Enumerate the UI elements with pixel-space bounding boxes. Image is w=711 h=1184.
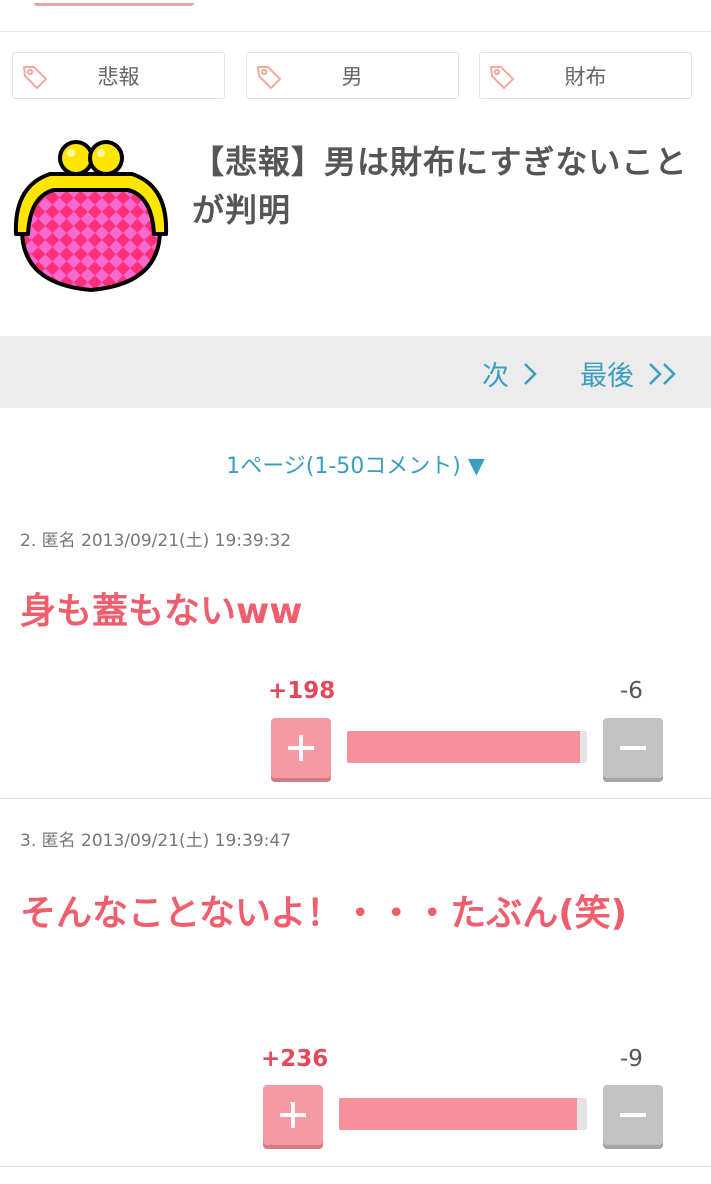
next-label: 次 [482, 361, 509, 392]
minus-icon [620, 1113, 646, 1117]
tag-item[interactable]: 男 [245, 52, 459, 99]
plus-vote-button[interactable] [271, 718, 331, 778]
next-page-link[interactable]: 次 [482, 354, 537, 393]
minus-vote-button[interactable] [603, 718, 663, 778]
article-title: 【悲報】男は財布にすぎないことが判明 [192, 143, 688, 229]
coin-purse-image [13, 140, 169, 293]
comment-meta: 2. 匿名 2013/09/21(土) 19:39:32 [20, 531, 292, 551]
vote-ratio-bar [339, 1098, 587, 1130]
tag-label: 財布 [564, 64, 607, 89]
comment-text: そんなことないよ！・・・たぶん(笑) [20, 893, 628, 934]
tag-item[interactable]: 悲報 [12, 52, 225, 99]
last-label: 最後 [580, 361, 634, 392]
chevron-right-icon [524, 362, 537, 385]
comment-item: 3. 匿名 2013/09/21(土) 19:39:47 そんなことないよ！・・… [0, 810, 711, 1167]
comment-meta: 3. 匿名 2013/09/21(土) 19:39:47 [20, 831, 292, 851]
comment-text: 身も蓋もないww [20, 591, 303, 632]
tag-item[interactable]: 財布 [479, 52, 692, 99]
pager-bar: 次 最後 [0, 336, 711, 408]
plus-icon [288, 735, 314, 761]
minus-vote-button[interactable] [603, 1085, 663, 1145]
plus-vote-button[interactable] [263, 1085, 323, 1145]
tag-icon [490, 66, 514, 89]
vote-ratio-bar [347, 731, 587, 763]
minus-icon [620, 746, 646, 750]
tag-icon [256, 66, 281, 89]
vote-ratio-fill [347, 731, 580, 763]
page-range-dropdown[interactable]: 1ページ(1-50コメント) ▼ [0, 448, 711, 480]
vote-ratio-fill [339, 1098, 578, 1130]
tag-label: 男 [341, 64, 363, 89]
top-link-fragment[interactable] [34, 0, 194, 6]
tag-label: 悲報 [97, 64, 140, 89]
tag-list: 悲報 男 財布 [12, 52, 692, 99]
minus-count: -9 [620, 1046, 643, 1072]
plus-count: +236 [261, 1046, 329, 1072]
article-header: 【悲報】男は財布にすぎないことが判明 [0, 128, 711, 308]
top-section-edge [0, 0, 711, 32]
plus-icon [280, 1102, 306, 1128]
last-page-link[interactable]: 最後 [580, 354, 678, 393]
plus-count: +198 [268, 678, 336, 704]
comment-item: 2. 匿名 2013/09/21(土) 19:39:32 身も蓋もないww +1… [0, 510, 711, 799]
tag-icon [23, 66, 47, 89]
minus-count: -6 [620, 678, 643, 704]
double-chevron-right-icon [649, 362, 676, 385]
